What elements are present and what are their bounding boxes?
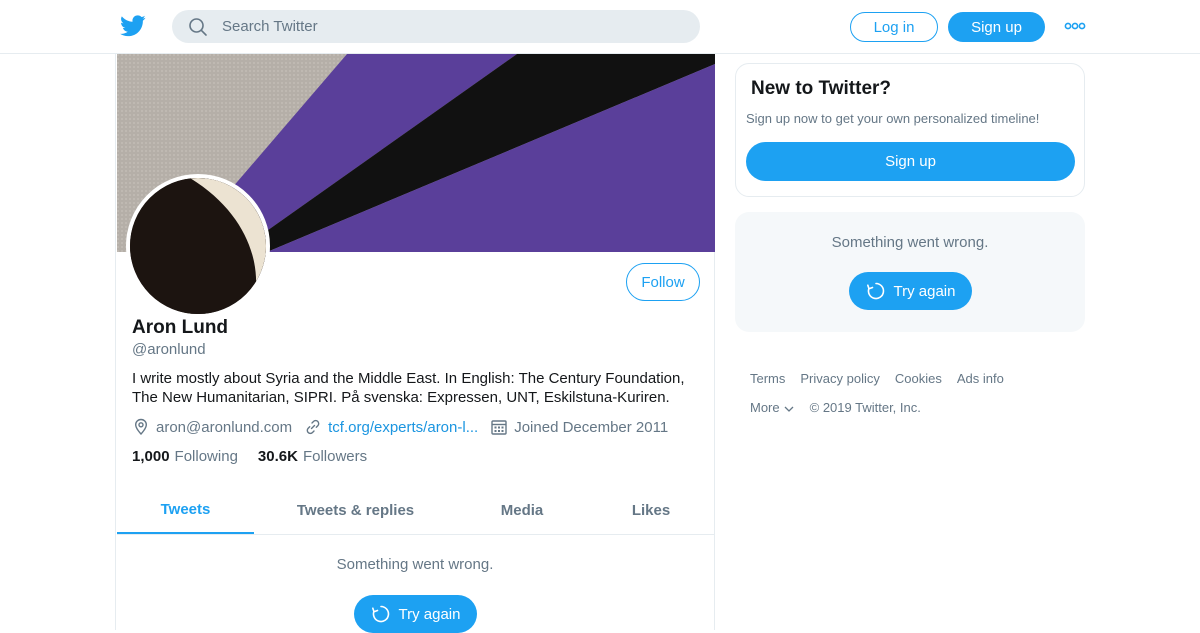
footer-link-privacy[interactable]: Privacy policy <box>800 371 879 386</box>
footer: Terms Privacy policy Cookies Ads info Mo… <box>750 364 1080 422</box>
more-dots-icon[interactable] <box>1064 20 1086 32</box>
timeline-retry-label: Try again <box>398 605 461 623</box>
footer-more-button[interactable]: More <box>750 400 795 415</box>
chevron-down-icon <box>784 406 794 412</box>
timeline-retry-button[interactable]: Try again <box>354 595 477 633</box>
sidebar-error-text: Something went wrong. <box>831 234 989 251</box>
signup-button-header[interactable]: Sign up <box>948 12 1045 42</box>
new-to-twitter-subtitle: Sign up now to get your own personalized… <box>746 111 1040 126</box>
search-icon <box>189 17 207 36</box>
tab-media[interactable]: Media <box>457 486 587 534</box>
twitter-logo-icon[interactable] <box>120 14 146 38</box>
location-item: aron@aronlund.com <box>132 418 292 436</box>
new-to-twitter-title: New to Twitter? <box>751 78 892 99</box>
follow-button[interactable]: Follow <box>626 263 700 301</box>
profile-meta: aron@aronlund.com tcf.org/experts/aron-l… <box>132 416 680 438</box>
footer-link-ads-info[interactable]: Ads info <box>957 371 1004 386</box>
footer-more-label: More <box>750 400 780 415</box>
followers-stat[interactable]: 30.6K Followers <box>258 448 367 465</box>
following-label: Following <box>174 448 238 465</box>
tab-tweets-replies[interactable]: Tweets & replies <box>254 486 457 534</box>
website-item[interactable]: tcf.org/experts/aron-l... <box>304 418 478 436</box>
footer-link-cookies[interactable]: Cookies <box>895 371 942 386</box>
search-box[interactable] <box>172 10 700 43</box>
search-input[interactable] <box>222 18 672 35</box>
new-to-twitter-card: New to Twitter? Sign up now to get your … <box>735 63 1085 197</box>
tab-tweets[interactable]: Tweets <box>117 486 254 534</box>
timeline-error-text: Something went wrong. <box>336 556 494 573</box>
location-text: aron@aronlund.com <box>156 418 293 436</box>
sidebar-error-card: Something went wrong. Try again <box>735 212 1085 332</box>
footer-second-row: More © 2019 Twitter, Inc. <box>750 393 1080 422</box>
website-link[interactable]: tcf.org/experts/aron-l... <box>328 419 478 436</box>
signup-button-sidebar[interactable]: Sign up <box>746 142 1075 181</box>
login-button[interactable]: Log in <box>850 12 938 42</box>
refresh-icon <box>866 282 884 300</box>
link-icon <box>306 419 320 435</box>
footer-links-row: Terms Privacy policy Cookies Ads info <box>750 364 1080 393</box>
profile-name: Aron Lund <box>132 317 229 338</box>
profile-tabs: Tweets Tweets & replies Media Likes <box>117 486 715 535</box>
footer-copyright: © 2019 Twitter, Inc. <box>809 400 921 415</box>
top-navigation-bar: Log in Sign up <box>0 0 1200 54</box>
following-stat[interactable]: 1,000 Following <box>132 448 238 465</box>
footer-link-terms[interactable]: Terms <box>750 371 785 386</box>
joined-item: Joined December 2011 <box>490 418 668 436</box>
profile-stats: 1,000 Following 30.6K Followers <box>132 448 387 465</box>
sidebar-retry-label: Try again <box>893 282 956 300</box>
tab-likes[interactable]: Likes <box>587 486 715 534</box>
sidebar-retry-button[interactable]: Try again <box>849 272 972 310</box>
profile-column: Follow Aron Lund @aronlund I write mostl… <box>115 54 715 633</box>
followers-count: 30.6K <box>257 448 298 465</box>
followers-label: Followers <box>302 448 368 465</box>
profile-avatar[interactable] <box>126 174 270 318</box>
location-icon <box>134 418 148 436</box>
joined-text: Joined December 2011 <box>514 418 669 436</box>
profile-bio: I write mostly about Syria and the Middl… <box>132 370 685 406</box>
following-count: 1,000 <box>132 448 170 465</box>
profile-handle: @aronlund <box>132 341 206 358</box>
refresh-icon <box>371 605 389 623</box>
calendar-icon <box>491 420 507 435</box>
